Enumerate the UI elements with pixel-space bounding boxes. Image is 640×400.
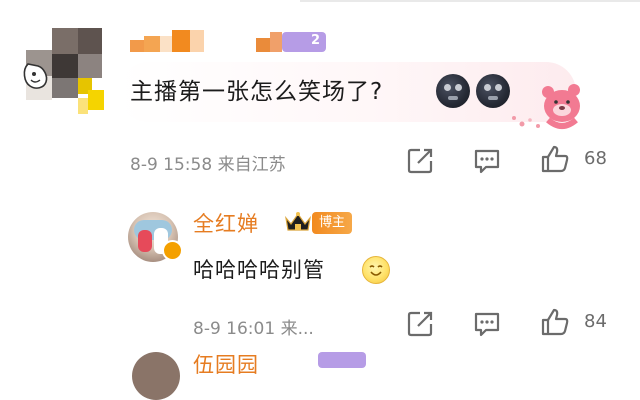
share-icon[interactable] xyxy=(405,146,435,176)
share-icon[interactable] xyxy=(405,309,435,339)
user-level-number: 2 xyxy=(310,33,320,48)
user-level-badge xyxy=(318,352,366,368)
thumbs-up-icon[interactable] xyxy=(540,144,570,174)
username-pixelated[interactable]: 2 xyxy=(130,30,330,56)
cartoon-doodle-icon xyxy=(23,63,48,89)
reply-timestamp-location: 8-9 16:01 来... xyxy=(193,319,314,339)
username[interactable]: 伍园园 xyxy=(193,349,259,379)
reply-text: 哈哈哈哈别管 xyxy=(193,258,325,282)
thumbs-up-icon[interactable] xyxy=(540,307,570,337)
avatar-pixelated[interactable] xyxy=(22,28,114,120)
comment-timestamp-location: 8-9 15:58 来自江苏 xyxy=(130,155,286,175)
smile-emoji xyxy=(362,256,390,284)
verified-badge-icon xyxy=(162,240,183,261)
divider xyxy=(300,0,640,2)
username[interactable]: 全红婵 xyxy=(193,208,259,238)
blogger-badge: 博主 xyxy=(312,212,352,234)
like-count: 68 xyxy=(584,148,607,169)
comment-icon[interactable] xyxy=(472,146,502,176)
user-level-badge: 2 xyxy=(282,32,326,52)
comment-icon[interactable] xyxy=(472,309,502,339)
avatar[interactable] xyxy=(132,352,180,400)
like-count: 84 xyxy=(584,311,607,332)
new-moon-face-emoji xyxy=(436,74,470,108)
crown-icon xyxy=(285,212,311,231)
comment-text: 主播第一张怎么笑场了? xyxy=(130,79,384,105)
new-moon-face-emoji xyxy=(476,74,510,108)
strawberry-bear-sticker xyxy=(512,84,580,129)
